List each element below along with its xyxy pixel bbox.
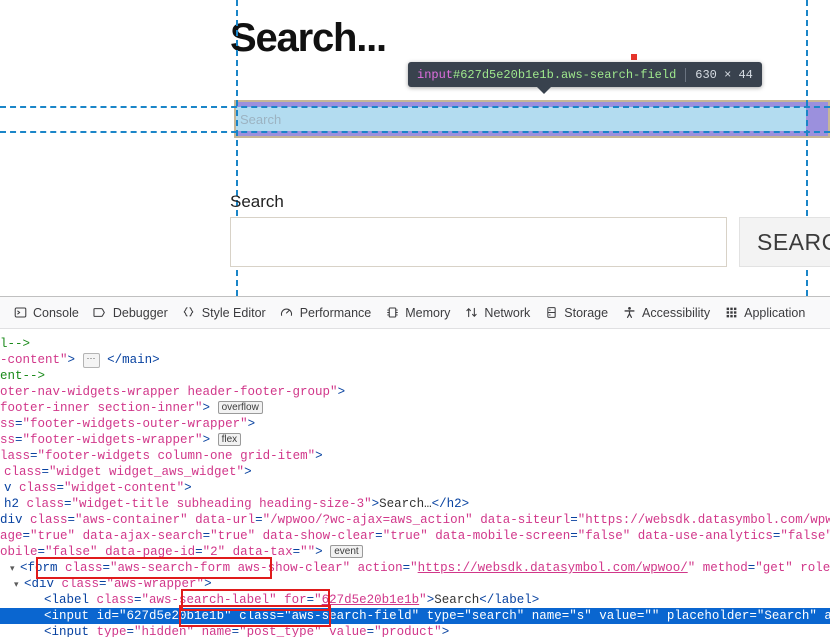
markup-line[interactable]: oter-nav-widgets-wrapper header-footer-g… bbox=[0, 384, 830, 400]
tooltip-element-class: .aws-search-field bbox=[553, 67, 677, 82]
markup-line[interactable]: ▾ <div class="aws-wrapper"> bbox=[0, 576, 830, 592]
markup-line[interactable]: v class="widget-content"> bbox=[0, 480, 830, 496]
network-icon bbox=[464, 306, 478, 320]
tab-storage-label: Storage bbox=[564, 305, 609, 320]
markup-line-form[interactable]: ▾ <form class="aws-search-form aws-show-c… bbox=[0, 560, 830, 576]
accessibility-icon bbox=[622, 306, 636, 320]
markup-line[interactable]: <input type="hidden" name="post_type" va… bbox=[0, 624, 830, 637]
markup-line[interactable]: obile="false" data-page-id="2" data-tax=… bbox=[0, 544, 830, 560]
tab-debugger[interactable]: Debugger bbox=[86, 300, 175, 326]
markup-line-input-selected[interactable]: <input id="627d5e20b1e1b" class="aws-sea… bbox=[0, 608, 830, 624]
application-icon bbox=[724, 306, 738, 320]
markup-view[interactable]: l--> -content"> ⋯ </main> ent--> oter-na… bbox=[0, 329, 830, 637]
markup-line[interactable]: ss="footer-widgets-outer-wrapper"> bbox=[0, 416, 830, 432]
guide-line-horizontal-top bbox=[0, 106, 830, 108]
tab-application-label: Application bbox=[744, 305, 806, 320]
tab-performance[interactable]: Performance bbox=[273, 300, 379, 326]
tab-style-editor[interactable]: Style Editor bbox=[175, 300, 273, 326]
markup-line-label[interactable]: <label class="aws-search-label" for="627… bbox=[0, 592, 830, 608]
markup-line[interactable]: -content"> ⋯ </main> bbox=[0, 352, 830, 368]
highlight-content-region bbox=[236, 107, 806, 131]
console-icon bbox=[13, 306, 27, 320]
overflow-badge[interactable]: overflow bbox=[217, 401, 263, 414]
tooltip-dimensions: 630 × 44 bbox=[695, 67, 753, 82]
tab-storage[interactable]: Storage bbox=[537, 300, 615, 326]
storage-icon bbox=[544, 306, 558, 320]
tab-network[interactable]: Network bbox=[457, 300, 537, 326]
tab-accessibility[interactable]: Accessibility bbox=[615, 300, 717, 326]
markup-line[interactable]: footer-inner section-inner"> overflow bbox=[0, 400, 830, 416]
tooltip-separator bbox=[685, 67, 687, 82]
markup-line[interactable]: ss="footer-widgets-wrapper"> flex bbox=[0, 432, 830, 448]
flex-badge[interactable]: flex bbox=[217, 433, 242, 446]
tab-console-label: Console bbox=[33, 305, 79, 320]
page-title: Search... bbox=[230, 16, 387, 60]
markup-line[interactable]: lass="footer-widgets column-one grid-ite… bbox=[0, 448, 830, 464]
tab-console[interactable]: Console bbox=[6, 300, 86, 326]
expand-twisty-icon[interactable]: ▾ bbox=[10, 561, 20, 577]
performance-icon bbox=[280, 306, 294, 320]
tooltip-tag-name: input bbox=[417, 67, 454, 82]
markup-line[interactable]: l--> bbox=[0, 336, 830, 352]
markup-line[interactable]: div class="aws-container" data-url="/wpw… bbox=[0, 512, 830, 528]
guide-line-horizontal-bottom bbox=[0, 131, 830, 133]
debugger-icon bbox=[93, 306, 107, 320]
tab-style-editor-label: Style Editor bbox=[201, 305, 266, 320]
memory-icon bbox=[385, 306, 399, 320]
devtools-toolbar: Console Debugger Style Editor Performanc… bbox=[0, 297, 830, 329]
style-editor-icon bbox=[182, 306, 196, 320]
search-submit-button[interactable]: SEARCH bbox=[739, 217, 830, 267]
devtools-panel: Console Debugger Style Editor Performanc… bbox=[0, 296, 830, 637]
screenshot-root: Search... Search input #627d5e20b1e1b .aws… bbox=[0, 0, 830, 637]
markup-line[interactable]: h2 class="widget-title subheading headin… bbox=[0, 496, 830, 512]
tab-memory[interactable]: Memory bbox=[378, 300, 457, 326]
expand-twisty-icon[interactable]: ▾ bbox=[14, 577, 24, 593]
search-widget-label: Search bbox=[230, 192, 284, 211]
inspector-tooltip: input #627d5e20b1e1b .aws-search-field 630… bbox=[408, 62, 762, 87]
tooltip-accessibility-badge bbox=[631, 54, 637, 60]
event-badge[interactable]: event bbox=[330, 545, 363, 558]
tab-memory-label: Memory bbox=[405, 305, 451, 320]
tab-performance-label: Performance bbox=[299, 305, 372, 320]
tab-application[interactable]: Application bbox=[717, 300, 812, 326]
markup-line[interactable]: ent--> bbox=[0, 368, 830, 384]
tab-debugger-label: Debugger bbox=[112, 305, 168, 320]
web-page-viewport: Search... Search input #627d5e20b1e1b .aws… bbox=[0, 0, 830, 296]
tab-network-label: Network bbox=[484, 305, 531, 320]
markup-line[interactable]: age="true" data-ajax-search="true" data-… bbox=[0, 528, 830, 544]
search-input[interactable] bbox=[230, 217, 727, 267]
expand-ellipsis-icon[interactable]: ⋯ bbox=[82, 353, 100, 368]
markup-line[interactable]: class="widget widget_aws_widget"> bbox=[0, 464, 830, 480]
tooltip-arrow bbox=[536, 86, 552, 94]
tooltip-element-id: #627d5e20b1e1b bbox=[453, 67, 554, 82]
highlighted-input-placeholder: Search bbox=[240, 112, 282, 127]
tab-accessibility-label: Accessibility bbox=[642, 305, 711, 320]
